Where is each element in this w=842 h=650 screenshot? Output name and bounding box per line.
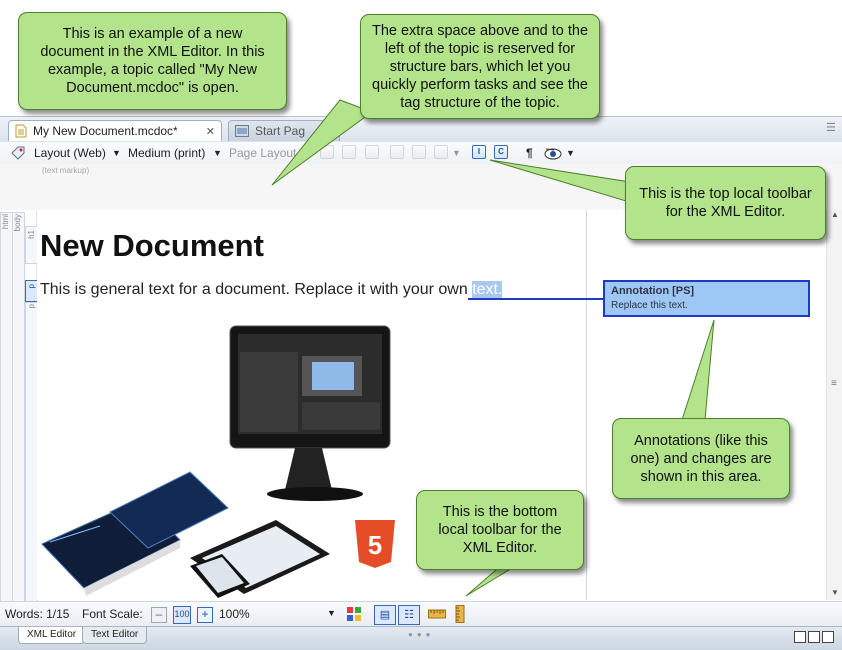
structure-label-body: body — [13, 214, 22, 232]
text-format-icon[interactable] — [412, 145, 426, 159]
annotation-connector-line — [468, 298, 604, 300]
tab-text-editor[interactable]: Text Editor — [82, 627, 148, 644]
document-heading[interactable]: New Document — [40, 228, 264, 264]
page-layout-dropdown[interactable]: Page Layout — [229, 145, 296, 161]
chevron-down-icon[interactable]: ▼ — [452, 145, 461, 161]
callout-structure-bars: The extra space above and to the left of… — [360, 14, 600, 119]
callout-top-toolbar: This is the top local toolbar for the XM… — [625, 166, 826, 240]
reset-font-scale-icon[interactable]: 100 — [173, 606, 191, 624]
remove-format-icon[interactable] — [390, 145, 404, 159]
annotation-text[interactable]: Replace this text. — [611, 300, 688, 311]
decrease-font-button[interactable]: – — [151, 607, 167, 623]
annotation-title: Annotation [PS] — [611, 285, 695, 297]
preview-eye-icon[interactable] — [544, 145, 562, 161]
zoom-value[interactable]: 100% — [219, 607, 250, 621]
show-structure-left-icon[interactable]: ▤ — [374, 605, 396, 625]
insert-tag-icon[interactable]: I — [472, 145, 486, 159]
structure-bar-body[interactable] — [12, 212, 25, 602]
paragraph-text: This is general text for a document. Rep… — [40, 281, 473, 298]
minimize-icon[interactable] — [794, 631, 806, 643]
svg-text:5: 5 — [368, 530, 382, 560]
medium-dropdown[interactable]: Medium (print) — [128, 145, 205, 161]
word-count: Words: 1/15 — [5, 607, 70, 621]
tab-xml-editor[interactable]: XML Editor — [18, 627, 86, 644]
callout-bottom-toolbar: This is the bottom local toolbar for the… — [416, 490, 584, 570]
document-paragraph[interactable]: This is general text for a document. Rep… — [40, 281, 503, 299]
scroll-thumb-grip[interactable]: ≡ — [831, 378, 837, 389]
maximize-icon[interactable] — [822, 631, 834, 643]
increase-font-button[interactable]: + — [197, 607, 213, 623]
tag-icon[interactable] — [10, 145, 26, 161]
ruler-icon[interactable] — [428, 607, 446, 621]
scroll-up-icon[interactable]: ▲ — [831, 210, 839, 219]
callout-annotations: Annotations (like this one) and changes … — [612, 418, 790, 499]
vertical-scrollbar[interactable]: ▲ ≡ ▼ — [826, 210, 842, 600]
vertical-ruler-icon[interactable] — [454, 605, 466, 623]
grip-dots-icon: ●●● — [408, 630, 435, 639]
devices-illustration: 5 — [41, 325, 395, 598]
structure-label-h1: h1 — [27, 230, 36, 239]
start-page-icon — [235, 125, 249, 137]
show-markers-icon[interactable] — [365, 145, 379, 159]
tab-label: Start Pag — [255, 124, 306, 138]
paragraph-marks-icon[interactable]: ¶ — [526, 145, 533, 161]
show-structure-top-icon[interactable]: ☷ — [398, 605, 420, 625]
color-grid-icon[interactable] — [346, 606, 362, 622]
chevron-down-icon[interactable]: ▼ — [213, 145, 222, 161]
document-icon — [15, 124, 27, 138]
layout-dropdown[interactable]: Layout (Web) — [34, 145, 106, 161]
callout-new-document: This is an example of a new document in … — [18, 12, 287, 110]
chevron-down-icon[interactable]: ▼ — [112, 145, 121, 161]
text-markup-label: (text markup) — [42, 166, 90, 175]
tab-list-icon[interactable]: ☰ — [826, 121, 836, 134]
tab-label: My New Document.mcdoc* — [33, 124, 178, 138]
tab-start-page[interactable]: Start Pag ✕ — [228, 120, 340, 141]
editor-mode-bar: XML Editor Text Editor ●●● — [0, 626, 842, 650]
structure-label-p: p — [27, 304, 36, 309]
annotation-pane — [586, 210, 827, 600]
document-tab-bar: My New Document.mcdoc* ✕ Start Pag ✕ ☰ — [0, 117, 842, 143]
tab-my-new-document[interactable]: My New Document.mcdoc* ✕ — [8, 120, 222, 141]
condition-icon[interactable]: C — [494, 145, 508, 159]
close-icon[interactable]: ✕ — [324, 125, 333, 138]
show-tags-icon[interactable] — [320, 145, 334, 159]
zoom-dropdown-icon[interactable]: ▼ — [327, 608, 336, 618]
font-scale-label: Font Scale: — [82, 607, 143, 621]
chevron-down-icon[interactable]: ▼ — [566, 145, 575, 161]
split-icon[interactable] — [808, 631, 820, 643]
top-local-toolbar: Layout (Web) ▼ Medium (print) ▼ Page Lay… — [0, 142, 842, 165]
show-blocks-icon[interactable] — [342, 145, 356, 159]
bottom-local-toolbar: Words: 1/15 Font Scale: – 100 + 100% ▼ ▤… — [0, 601, 842, 627]
structure-label-html: html — [1, 214, 10, 230]
close-icon[interactable]: ✕ — [206, 125, 215, 138]
font-icon[interactable] — [434, 145, 448, 159]
scroll-down-icon[interactable]: ▼ — [831, 588, 839, 597]
structure-label-p: p — [27, 284, 36, 289]
